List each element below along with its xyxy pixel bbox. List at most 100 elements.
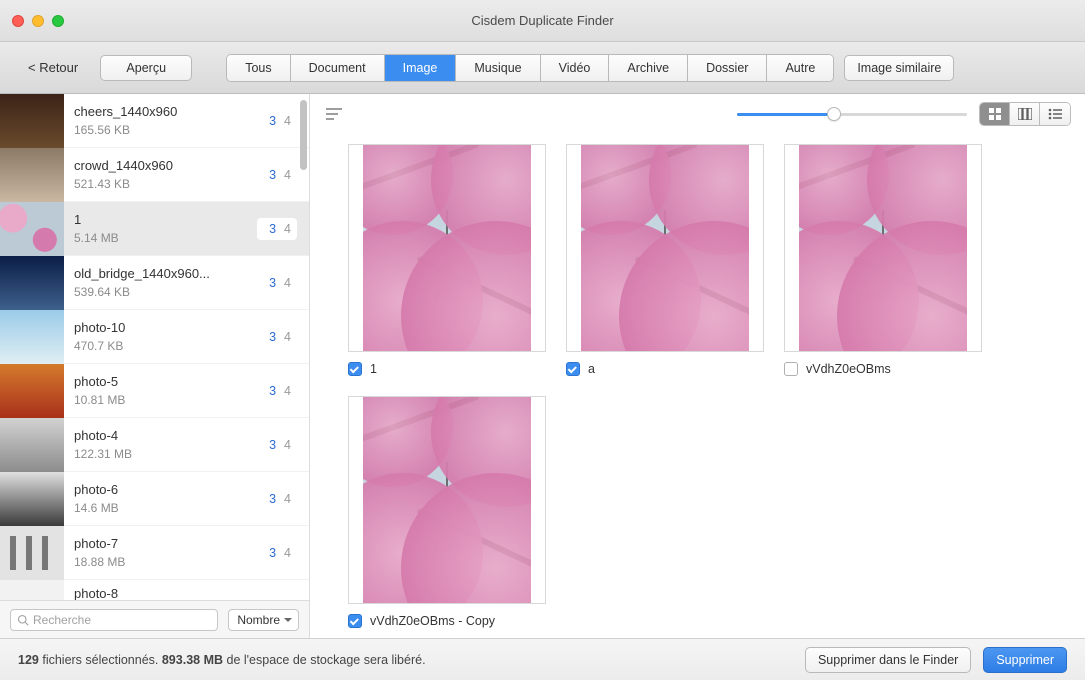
- item-name: crowd_1440x960: [74, 158, 257, 173]
- preview-button[interactable]: Aperçu: [100, 55, 192, 81]
- tab-image[interactable]: Image: [385, 55, 457, 81]
- item-size: 470.7 KB: [74, 339, 257, 353]
- file-name: vVdhZ0eOBms: [806, 362, 891, 376]
- viewmode-list[interactable]: [1040, 103, 1070, 125]
- thumbnail-size-slider[interactable]: [737, 113, 967, 116]
- item-name: photo-6: [74, 482, 257, 497]
- list-item[interactable]: old_bridge_1440x960... 539.64 KB 3 4: [0, 256, 309, 310]
- selected-files-count: 129: [18, 653, 39, 667]
- delete-in-finder-button[interactable]: Supprimer dans le Finder: [805, 647, 971, 673]
- tab-tous[interactable]: Tous: [227, 55, 290, 81]
- list-item[interactable]: crowd_1440x960 521.43 KB 3 4: [0, 148, 309, 202]
- content-toolbar: [310, 94, 1085, 134]
- item-size: 521.43 KB: [74, 177, 257, 191]
- card-image: [784, 144, 982, 352]
- list-item[interactable]: 1 5.14 MB 3 4: [0, 202, 309, 256]
- duplicate-card[interactable]: a: [566, 144, 764, 376]
- thumbnail: [0, 148, 64, 202]
- main: cheers_1440x960 165.56 KB 3 4 crowd_1440…: [0, 94, 1085, 638]
- card-image: [566, 144, 764, 352]
- selected-count: 3: [269, 222, 276, 236]
- item-name: old_bridge_1440x960...: [74, 266, 257, 281]
- total-count: 4: [284, 330, 291, 344]
- selected-count: 3: [269, 546, 276, 560]
- tab-document[interactable]: Document: [291, 55, 385, 81]
- thumbnail: [0, 580, 64, 600]
- viewmode-columns[interactable]: [1010, 103, 1040, 125]
- scrollbar[interactable]: [300, 100, 307, 170]
- sort-select[interactable]: Nombre: [228, 609, 299, 631]
- list-item[interactable]: photo-10 470.7 KB 3 4: [0, 310, 309, 364]
- viewmode-grid[interactable]: [980, 103, 1010, 125]
- item-size: 18.88 MB: [74, 555, 257, 569]
- tab-archive[interactable]: Archive: [609, 55, 688, 81]
- total-count: 4: [284, 438, 291, 452]
- delete-button[interactable]: Supprimer: [983, 647, 1067, 673]
- select-controls-icon[interactable]: [324, 106, 344, 122]
- list-item[interactable]: photo-8: [0, 580, 309, 600]
- card-image: [348, 396, 546, 604]
- thumbnail: [0, 310, 64, 364]
- total-count: 4: [284, 276, 291, 290]
- search-icon: [17, 614, 29, 626]
- tab-dossier[interactable]: Dossier: [688, 55, 767, 81]
- item-name: cheers_1440x960: [74, 104, 257, 119]
- item-name: photo-10: [74, 320, 257, 335]
- checkbox[interactable]: [784, 362, 798, 376]
- tab-autre[interactable]: Autre: [767, 55, 833, 81]
- item-name: photo-8: [74, 586, 297, 601]
- total-count: 4: [284, 492, 291, 506]
- freed-space: 893.38 MB: [162, 653, 223, 667]
- item-size: 165.56 KB: [74, 123, 257, 137]
- sidebar-footer: Recherche Nombre: [0, 600, 309, 638]
- duplicate-groups-list[interactable]: cheers_1440x960 165.56 KB 3 4 crowd_1440…: [0, 94, 309, 600]
- titlebar: Cisdem Duplicate Finder: [0, 0, 1085, 42]
- list-item[interactable]: photo-5 10.81 MB 3 4: [0, 364, 309, 418]
- list-item[interactable]: photo-6 14.6 MB 3 4: [0, 472, 309, 526]
- sidebar: cheers_1440x960 165.56 KB 3 4 crowd_1440…: [0, 94, 310, 638]
- selected-count: 3: [269, 168, 276, 182]
- selected-count: 3: [269, 330, 276, 344]
- total-count: 4: [284, 168, 291, 182]
- grid-icon: [989, 108, 1001, 120]
- checkbox[interactable]: [348, 362, 362, 376]
- viewmode-group: [979, 102, 1071, 126]
- duplicate-card[interactable]: vVdhZ0eOBms: [784, 144, 982, 376]
- status-text: 129 fichiers sélectionnés. 893.38 MB de …: [18, 653, 426, 667]
- thumbnail: [0, 418, 64, 472]
- duplicate-card[interactable]: 1: [348, 144, 546, 376]
- back-button[interactable]: < Retour: [16, 55, 90, 81]
- search-placeholder: Recherche: [33, 613, 91, 627]
- tab-musique[interactable]: Musique: [456, 55, 540, 81]
- slider-track: [737, 113, 967, 116]
- columns-icon: [1018, 108, 1032, 120]
- category-tabs: Tous Document Image Musique Vidéo Archiv…: [226, 54, 834, 82]
- item-name: photo-7: [74, 536, 257, 551]
- card-image: [348, 144, 546, 352]
- item-size: 14.6 MB: [74, 501, 257, 515]
- selected-count: 3: [269, 492, 276, 506]
- total-count: 4: [284, 384, 291, 398]
- selected-count: 3: [269, 438, 276, 452]
- thumbnail: [0, 526, 64, 580]
- list-item[interactable]: photo-7 18.88 MB 3 4: [0, 526, 309, 580]
- item-name: 1: [74, 212, 257, 227]
- slider-knob[interactable]: [827, 107, 841, 121]
- checkbox[interactable]: [348, 614, 362, 628]
- thumbnail: [0, 202, 64, 256]
- item-size: 539.64 KB: [74, 285, 257, 299]
- search-input[interactable]: Recherche: [10, 609, 218, 631]
- thumbnail: [0, 364, 64, 418]
- file-name: 1: [370, 362, 377, 376]
- list-item[interactable]: photo-4 122.31 MB 3 4: [0, 418, 309, 472]
- content: 1 a vVdhZ0eOBms: [310, 94, 1085, 638]
- selected-count: 3: [269, 384, 276, 398]
- duplicate-card[interactable]: vVdhZ0eOBms - Copy: [348, 396, 546, 628]
- selected-count: 3: [269, 114, 276, 128]
- tab-video[interactable]: Vidéo: [541, 55, 610, 81]
- checkbox[interactable]: [566, 362, 580, 376]
- thumbnail: [0, 256, 64, 310]
- list-item[interactable]: cheers_1440x960 165.56 KB 3 4: [0, 94, 309, 148]
- thumbnail: [0, 94, 64, 148]
- similar-image-button[interactable]: Image similaire: [844, 55, 954, 81]
